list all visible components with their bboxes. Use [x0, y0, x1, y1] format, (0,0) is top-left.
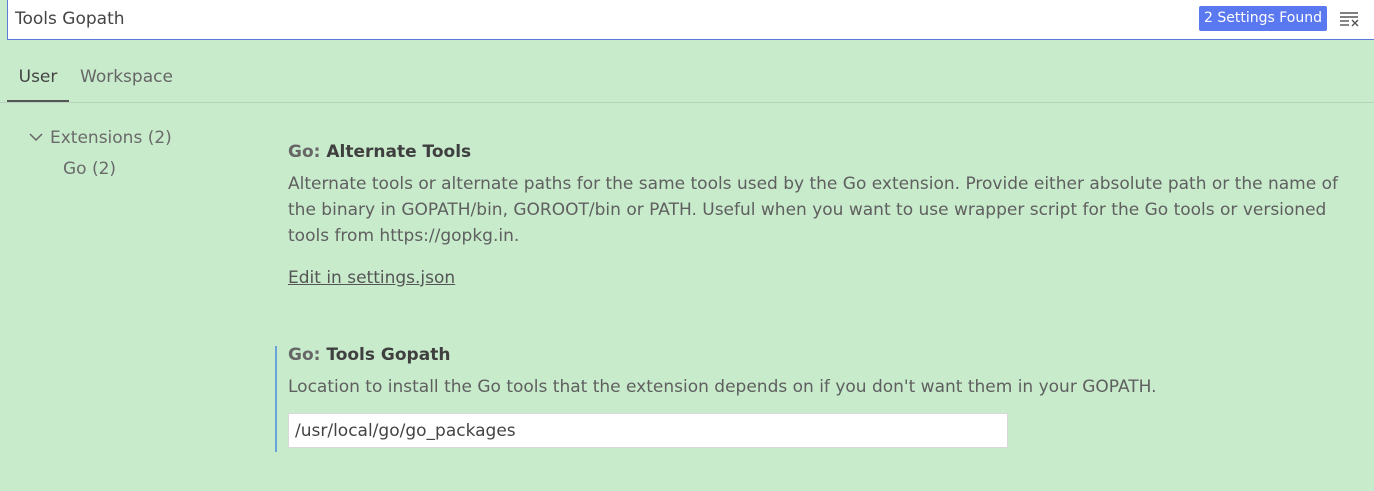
setting-description: Location to install the Go tools that th… — [288, 377, 1157, 397]
setting-category: Go: — [288, 345, 327, 365]
setting-tools-gopath: Go: Tools Gopath Location to install the… — [288, 343, 1368, 448]
setting-description: Alternate tools or alternate paths for t… — [288, 174, 1338, 246]
setting-name: Tools Gopath — [326, 345, 451, 365]
setting-name: Alternate Tools — [326, 142, 472, 162]
settings-search-input[interactable] — [15, 0, 1165, 38]
tab-workspace[interactable]: Workspace — [80, 54, 173, 102]
toc-item-go[interactable]: Go (2) — [63, 156, 116, 182]
tabs-divider — [0, 102, 1374, 103]
setting-title: Go: Tools Gopath — [288, 343, 1368, 367]
edit-in-settings-json-link[interactable]: Edit in settings.json — [288, 266, 455, 290]
chevron-down-icon — [26, 127, 46, 147]
settings-count-badge: 2 Settings Found — [1199, 6, 1327, 31]
setting-alternate-tools: Go: Alternate Tools Alternate tools or a… — [288, 140, 1368, 290]
setting-focus-indicator — [275, 346, 277, 452]
setting-category: Go: — [288, 142, 327, 162]
settings-search-bar: 2 Settings Found — [7, 0, 1374, 40]
tools-gopath-input[interactable] — [288, 413, 1008, 448]
clear-filter-icon[interactable] — [1338, 8, 1360, 30]
setting-title: Go: Alternate Tools — [288, 140, 1368, 164]
toc-extensions-label: Extensions (2) — [50, 128, 172, 148]
tab-user[interactable]: User — [7, 54, 69, 102]
toc-item-extensions[interactable]: Extensions (2) — [26, 125, 172, 151]
